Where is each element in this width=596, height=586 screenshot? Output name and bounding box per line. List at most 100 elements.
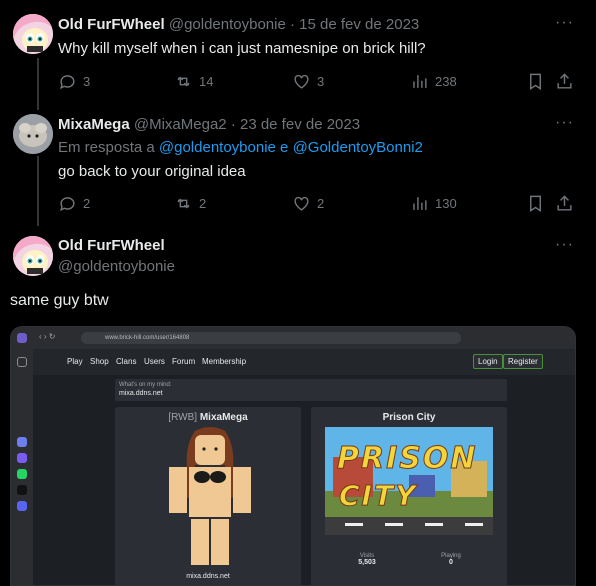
- reply-button[interactable]: 3: [58, 72, 90, 91]
- tweet-handle-row: @goldentoybonie: [58, 258, 175, 275]
- more-icon[interactable]: ···: [555, 14, 574, 32]
- visits-value: 5,503: [358, 559, 376, 566]
- bookmark-icon: [530, 73, 541, 90]
- tweet-actions: 3 14 3 238: [58, 72, 578, 92]
- address-bar: www.brick-hill.com/user/164808: [81, 332, 461, 344]
- username: MixaMega: [199, 412, 248, 423]
- like-button[interactable]: 2: [292, 194, 324, 213]
- register-button: Register: [503, 354, 543, 369]
- share-button[interactable]: [555, 72, 574, 91]
- timestamp[interactable]: · 15 de fev de 2023: [290, 16, 419, 33]
- heart-icon: [294, 196, 309, 211]
- bookmark-button[interactable]: [526, 72, 545, 91]
- handle[interactable]: @goldentoybonie: [169, 16, 286, 33]
- visits-stat: Visits 5,503: [349, 553, 385, 566]
- tweet[interactable]: MixaMega @MixaMega2 · 23 de fev de 2023 …: [0, 110, 596, 228]
- like-button[interactable]: 3: [292, 72, 324, 91]
- retweet-button[interactable]: 2: [174, 194, 206, 213]
- tweet-header: MixaMega @MixaMega2 · 23 de fev de 2023: [58, 116, 360, 133]
- browser-logo-icon: [17, 333, 27, 343]
- app-icon: [17, 437, 27, 447]
- tweet-header: Old FurFWheel: [58, 237, 165, 254]
- messenger-icon: [17, 453, 27, 463]
- browser-toolbar: ‹ › ↻ www.brick-hill.com/user/164808: [11, 327, 575, 349]
- nav-membership: Membership: [202, 357, 247, 366]
- status-value: mixa.ddns.net: [119, 390, 163, 397]
- handle[interactable]: @MixaMega2: [134, 116, 227, 133]
- profile-panel: [RWB] MixaMega mixa.ddns.net: [115, 407, 301, 585]
- game-panel: Prison City PRISON CITY Visits 5,503 Pla…: [311, 407, 507, 585]
- more-icon[interactable]: ···: [555, 114, 574, 132]
- home-icon: [17, 357, 27, 367]
- tweet-header: Old FurFWheel @goldentoybonie · 15 de fe…: [58, 16, 419, 33]
- retweet-icon: [177, 198, 190, 209]
- views-count: 238: [435, 74, 457, 89]
- reply-button[interactable]: 2: [58, 194, 90, 213]
- share-icon: [557, 195, 572, 211]
- x-icon: [17, 485, 27, 495]
- timestamp[interactable]: · 23 de fev de 2023: [231, 116, 360, 133]
- display-name[interactable]: Old FurFWheel: [58, 237, 165, 254]
- avatar[interactable]: [13, 114, 53, 154]
- attached-image[interactable]: ‹ › ↻ www.brick-hill.com/user/164808 Pla…: [10, 326, 576, 586]
- retweet-count: 2: [199, 196, 207, 211]
- playing-value: 0: [449, 559, 453, 566]
- url-text: www.brick-hill.com/user/164808: [105, 335, 190, 341]
- reply-count: 3: [83, 74, 91, 89]
- status-label: What's on my mind:: [119, 382, 172, 388]
- clan-rank: [RWB]: [168, 412, 198, 423]
- views-icon: [413, 197, 427, 210]
- bookmark-icon: [530, 195, 541, 212]
- reply-and: e: [280, 139, 289, 156]
- views-icon: [413, 75, 427, 88]
- playing-stat: Playing 0: [433, 553, 469, 566]
- game-logo-line2: CITY: [338, 479, 418, 513]
- nav-arrows-icon: ‹ › ↻: [39, 332, 56, 341]
- nav-clans: Clans: [116, 357, 137, 366]
- reply-icon: [60, 75, 75, 90]
- tweet-text: go back to your original idea: [58, 163, 246, 180]
- tweet-text: same guy btw: [10, 292, 109, 309]
- nav-users: Users: [144, 357, 165, 366]
- status-box: What's on my mind: mixa.ddns.net: [115, 379, 507, 401]
- photo-avatar-icon: [13, 114, 53, 154]
- reply-context: Em resposta a @goldentoybonie e @Goldent…: [58, 139, 423, 156]
- login-button: Login: [473, 354, 503, 369]
- reply-user-link[interactable]: @GoldentoyBonni2: [293, 139, 423, 156]
- reply-icon: [60, 197, 75, 212]
- tweet-text: Why kill myself when i can just namesnip…: [58, 40, 426, 57]
- nav-play: Play: [67, 357, 83, 366]
- tweet[interactable]: Old FurFWheel @goldentoybonie · 15 de fe…: [0, 0, 596, 110]
- display-name[interactable]: MixaMega: [58, 116, 130, 133]
- like-count: 3: [317, 74, 325, 89]
- handle[interactable]: @goldentoybonie: [58, 258, 175, 275]
- avatar[interactable]: [13, 14, 53, 54]
- share-button[interactable]: [555, 194, 574, 213]
- avatar[interactable]: [13, 236, 53, 276]
- whatsapp-icon: [17, 469, 27, 479]
- pony-avatar-icon: [13, 14, 53, 54]
- display-name[interactable]: Old FurFWheel: [58, 16, 165, 33]
- share-icon: [557, 73, 572, 89]
- heart-icon: [294, 74, 309, 89]
- game-logo-line1: PRISON: [336, 441, 478, 477]
- browser-sidebar: [11, 349, 33, 585]
- avatar-figure-icon: [169, 427, 251, 565]
- reply-user-link[interactable]: @goldentoybonie: [159, 139, 276, 156]
- retweet-count: 14: [199, 74, 214, 89]
- site-navbar: Play Shop Clans Users Forum Membership L…: [33, 349, 575, 375]
- game-thumbnail: PRISON CITY: [325, 427, 493, 535]
- reply-count: 2: [83, 196, 91, 211]
- views-count: 130: [435, 196, 457, 211]
- views-button[interactable]: 130: [410, 194, 457, 213]
- nav-shop: Shop: [90, 357, 109, 366]
- reply-prefix: Em resposta a: [58, 139, 155, 156]
- retweet-button[interactable]: 14: [174, 72, 213, 91]
- tweet-actions: 2 2 2 130: [58, 194, 578, 214]
- nav-forum: Forum: [172, 357, 196, 366]
- views-button[interactable]: 238: [410, 72, 457, 91]
- bookmark-button[interactable]: [526, 194, 545, 213]
- profile-status: mixa.ddns.net: [186, 573, 230, 580]
- discord-icon: [17, 501, 27, 511]
- more-icon[interactable]: ···: [555, 236, 574, 254]
